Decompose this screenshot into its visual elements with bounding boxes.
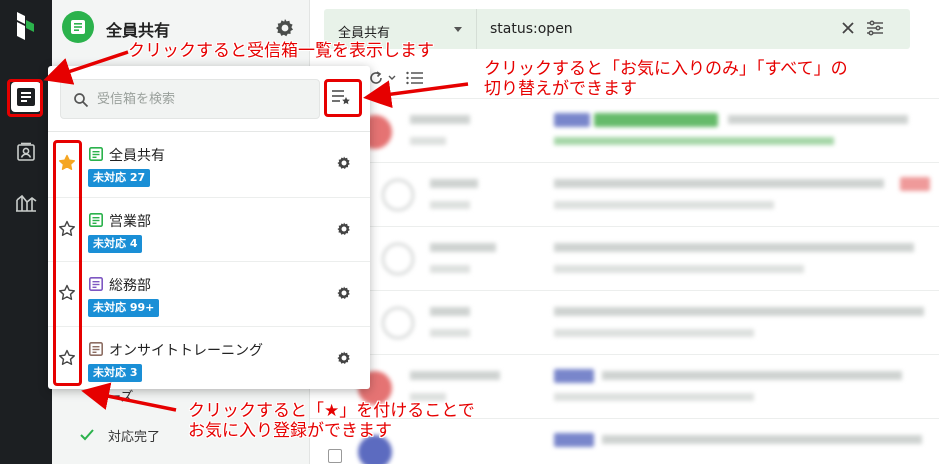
gear-icon[interactable] bbox=[336, 285, 352, 301]
list-item[interactable] bbox=[310, 98, 939, 162]
list-item[interactable] bbox=[310, 162, 939, 226]
refresh-icon[interactable] bbox=[368, 70, 398, 86]
inbox-item[interactable]: 全員共有未対応 27 bbox=[48, 132, 370, 196]
annotation-inbox-list: クリックすると受信箱一覧を表示します bbox=[128, 41, 434, 61]
divider bbox=[476, 9, 477, 49]
list-item[interactable] bbox=[310, 418, 939, 464]
search-icon bbox=[74, 93, 89, 108]
inbox-name: 全員共有 bbox=[109, 148, 165, 164]
inbox-name: オンサイトトレーニング bbox=[109, 343, 263, 359]
inbox-icon bbox=[89, 342, 103, 356]
highlight-star-column bbox=[53, 140, 82, 386]
inbox-avatar-icon bbox=[62, 11, 94, 43]
filter-settings-icon[interactable] bbox=[866, 20, 884, 36]
inbox-list-popup: 全員共有未対応 27営業部未対応 4総務部未対応 99+オンサイトトレーニング未… bbox=[48, 66, 370, 389]
list-item[interactable] bbox=[310, 290, 939, 354]
inbox-settings-gear-icon[interactable] bbox=[274, 17, 296, 39]
check-icon bbox=[80, 429, 94, 441]
highlight-inbox-nav bbox=[7, 79, 43, 117]
list-item[interactable] bbox=[310, 226, 939, 290]
sort-icon[interactable] bbox=[406, 70, 424, 86]
gear-icon[interactable] bbox=[336, 155, 352, 171]
row-checkbox[interactable] bbox=[328, 449, 342, 463]
open-count-badge: 未対応 3 bbox=[88, 364, 143, 382]
app-rail bbox=[0, 0, 52, 464]
open-count-badge: 未対応 4 bbox=[88, 235, 143, 253]
inbox-icon bbox=[89, 213, 103, 227]
gear-icon[interactable] bbox=[336, 221, 352, 237]
inbox-items: 全員共有 未対応 27 営業部 未対応 4 総務部 未対応 99+ オンサイトトレーニング未… bbox=[48, 132, 370, 389]
app-logo[interactable] bbox=[14, 12, 38, 40]
inbox-search-input[interactable] bbox=[97, 80, 315, 118]
annotation-star-2: お気に入り登録ができます bbox=[188, 421, 392, 441]
search-query-input[interactable]: status:open bbox=[490, 21, 573, 37]
sidebar-item-label: 対応完了 bbox=[108, 429, 161, 445]
close-icon[interactable] bbox=[840, 20, 856, 36]
inbox-item[interactable]: 総務部未対応 99+ bbox=[48, 261, 370, 325]
annotation-favorites-toggle-1: クリックすると「お気に入りのみ」「すべて」の bbox=[484, 59, 848, 79]
inbox-icon bbox=[89, 147, 103, 161]
analytics-nav-icon[interactable] bbox=[11, 187, 41, 217]
list-toolbar bbox=[368, 68, 424, 88]
open-count-badge: 未対応 27 bbox=[88, 169, 151, 187]
highlight-favorites-filter bbox=[324, 79, 362, 117]
annotation-favorites-toggle-2: 切り替えができます bbox=[484, 79, 637, 99]
inbox-name: 営業部 bbox=[109, 214, 151, 230]
gear-icon[interactable] bbox=[336, 350, 352, 366]
inbox-select[interactable]: 全員共有 bbox=[338, 22, 390, 41]
chevron-down-icon[interactable] bbox=[454, 27, 462, 32]
open-count-badge: 未対応 99+ bbox=[88, 299, 160, 317]
inbox-name: 総務部 bbox=[109, 278, 151, 294]
inbox-icon bbox=[89, 277, 103, 291]
annotation-star-1: クリックすると「★」を付けることで bbox=[188, 401, 475, 421]
current-inbox-title: 全員共有 bbox=[106, 21, 171, 40]
inbox-item[interactable]: オンサイトトレーニング未対応 3 bbox=[48, 326, 370, 390]
inbox-item[interactable]: 営業部未対応 4 bbox=[48, 197, 370, 261]
contacts-nav-icon[interactable] bbox=[11, 137, 41, 167]
inbox-search-field[interactable] bbox=[60, 79, 320, 119]
